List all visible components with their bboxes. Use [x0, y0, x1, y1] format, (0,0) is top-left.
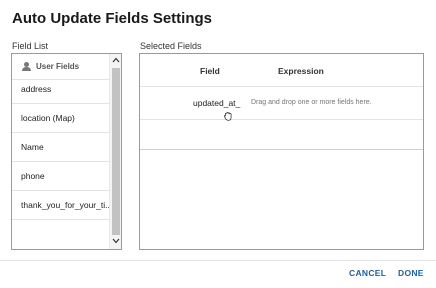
grab-cursor-icon — [223, 108, 233, 121]
row-field-value: updated_at_ — [193, 98, 241, 108]
cancel-button[interactable]: CANCEL — [349, 266, 386, 280]
field-list-scrollbar[interactable] — [109, 54, 121, 249]
dialog-title: Auto Update Fields Settings — [12, 10, 213, 27]
selected-fields-table: Field Expression updated_at_ Drag and dr… — [139, 53, 424, 250]
table-header: Field Expression — [140, 54, 423, 87]
table-row[interactable]: updated_at_ Drag and drop one or more fi… — [140, 87, 423, 121]
group-header-label: User Fields — [36, 62, 80, 71]
selected-fields-label: Selected Fields — [140, 41, 202, 51]
field-list[interactable]: User Fields address location (Map) Name … — [11, 53, 122, 250]
user-icon — [22, 62, 31, 71]
expression-drop-zone[interactable]: Drag and drop one or more fields here. — [251, 99, 372, 106]
field-list-label: Field List — [12, 41, 49, 51]
field-item-phone[interactable]: phone — [12, 162, 109, 191]
footer-divider — [0, 260, 436, 261]
field-item-address[interactable]: address — [12, 80, 109, 104]
done-button[interactable]: DONE — [398, 266, 424, 280]
scrollbar-thumb[interactable] — [112, 68, 120, 235]
chevron-up-icon[interactable] — [110, 54, 121, 68]
field-item-name[interactable]: Name — [12, 133, 109, 162]
field-item-thank-you[interactable]: thank_you_for_your_ti... — [12, 191, 109, 220]
table-row-empty — [140, 120, 423, 150]
column-header-field: Field — [200, 66, 220, 76]
chevron-down-icon[interactable] — [110, 235, 121, 249]
field-item-location[interactable]: location (Map) — [12, 104, 109, 133]
user-fields-group-header: User Fields — [12, 54, 109, 80]
column-header-expression: Expression — [278, 66, 324, 76]
